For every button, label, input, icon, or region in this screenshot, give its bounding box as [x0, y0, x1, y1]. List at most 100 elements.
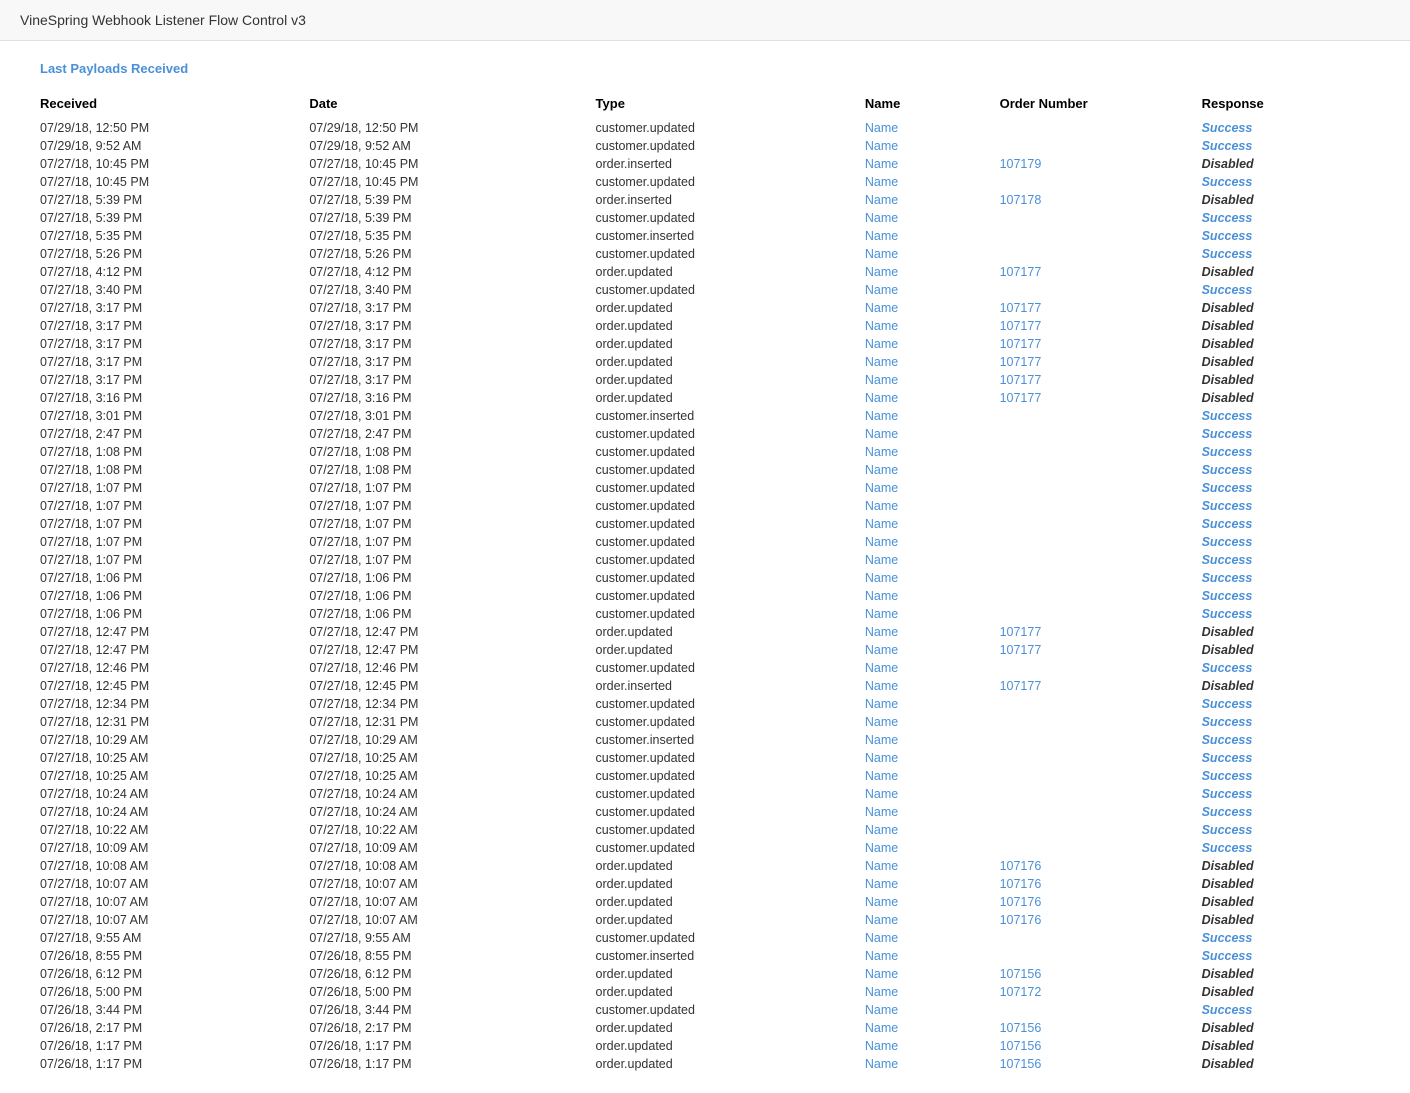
cell-order[interactable]: 107177 — [1000, 299, 1202, 317]
cell-order[interactable]: 107177 — [1000, 389, 1202, 407]
name-link[interactable]: Name — [865, 409, 898, 423]
cell-name[interactable]: Name — [865, 191, 1000, 209]
cell-name[interactable]: Name — [865, 173, 1000, 191]
cell-name[interactable]: Name — [865, 605, 1000, 623]
order-link[interactable]: 107178 — [1000, 193, 1042, 207]
cell-name[interactable]: Name — [865, 983, 1000, 1001]
cell-name[interactable]: Name — [865, 137, 1000, 155]
cell-name[interactable]: Name — [865, 245, 1000, 263]
order-link[interactable]: 107177 — [1000, 643, 1042, 657]
name-link[interactable]: Name — [865, 697, 898, 711]
order-link[interactable]: 107156 — [1000, 1057, 1042, 1071]
cell-name[interactable]: Name — [865, 317, 1000, 335]
name-link[interactable]: Name — [865, 1057, 898, 1071]
cell-order[interactable]: 107156 — [1000, 1055, 1202, 1073]
name-link[interactable]: Name — [865, 769, 898, 783]
name-link[interactable]: Name — [865, 175, 898, 189]
order-link[interactable]: 107156 — [1000, 1021, 1042, 1035]
cell-name[interactable]: Name — [865, 893, 1000, 911]
name-link[interactable]: Name — [865, 787, 898, 801]
name-link[interactable]: Name — [865, 949, 898, 963]
name-link[interactable]: Name — [865, 247, 898, 261]
cell-name[interactable]: Name — [865, 569, 1000, 587]
name-link[interactable]: Name — [865, 679, 898, 693]
name-link[interactable]: Name — [865, 751, 898, 765]
cell-name[interactable]: Name — [865, 371, 1000, 389]
cell-name[interactable]: Name — [865, 929, 1000, 947]
cell-order[interactable]: 107177 — [1000, 317, 1202, 335]
cell-name[interactable]: Name — [865, 551, 1000, 569]
name-link[interactable]: Name — [865, 967, 898, 981]
cell-name[interactable]: Name — [865, 911, 1000, 929]
order-link[interactable]: 107177 — [1000, 337, 1042, 351]
name-link[interactable]: Name — [865, 877, 898, 891]
cell-name[interactable]: Name — [865, 515, 1000, 533]
cell-order[interactable]: 107156 — [1000, 965, 1202, 983]
cell-name[interactable]: Name — [865, 803, 1000, 821]
order-link[interactable]: 107177 — [1000, 373, 1042, 387]
name-link[interactable]: Name — [865, 1003, 898, 1017]
name-link[interactable]: Name — [865, 499, 898, 513]
cell-name[interactable]: Name — [865, 497, 1000, 515]
order-link[interactable]: 107176 — [1000, 913, 1042, 927]
name-link[interactable]: Name — [865, 355, 898, 369]
cell-order[interactable]: 107176 — [1000, 911, 1202, 929]
name-link[interactable]: Name — [865, 535, 898, 549]
order-link[interactable]: 107177 — [1000, 679, 1042, 693]
order-link[interactable]: 107176 — [1000, 859, 1042, 873]
order-link[interactable]: 107176 — [1000, 877, 1042, 891]
cell-name[interactable]: Name — [865, 875, 1000, 893]
cell-name[interactable]: Name — [865, 965, 1000, 983]
name-link[interactable]: Name — [865, 121, 898, 135]
cell-name[interactable]: Name — [865, 1001, 1000, 1019]
cell-name[interactable]: Name — [865, 641, 1000, 659]
name-link[interactable]: Name — [865, 571, 898, 585]
cell-name[interactable]: Name — [865, 227, 1000, 245]
name-link[interactable]: Name — [865, 481, 898, 495]
cell-name[interactable]: Name — [865, 335, 1000, 353]
cell-name[interactable]: Name — [865, 407, 1000, 425]
name-link[interactable]: Name — [865, 283, 898, 297]
cell-name[interactable]: Name — [865, 623, 1000, 641]
name-link[interactable]: Name — [865, 193, 898, 207]
cell-name[interactable]: Name — [865, 749, 1000, 767]
cell-name[interactable]: Name — [865, 857, 1000, 875]
cell-order[interactable]: 107156 — [1000, 1019, 1202, 1037]
cell-name[interactable]: Name — [865, 533, 1000, 551]
cell-order[interactable]: 107177 — [1000, 623, 1202, 641]
name-link[interactable]: Name — [865, 985, 898, 999]
cell-order[interactable]: 107177 — [1000, 371, 1202, 389]
name-link[interactable]: Name — [865, 427, 898, 441]
name-link[interactable]: Name — [865, 373, 898, 387]
cell-name[interactable]: Name — [865, 695, 1000, 713]
cell-order[interactable]: 107177 — [1000, 263, 1202, 281]
name-link[interactable]: Name — [865, 1039, 898, 1053]
order-link[interactable]: 107177 — [1000, 355, 1042, 369]
name-link[interactable]: Name — [865, 337, 898, 351]
cell-name[interactable]: Name — [865, 281, 1000, 299]
cell-name[interactable]: Name — [865, 119, 1000, 137]
cell-order[interactable]: 107178 — [1000, 191, 1202, 209]
cell-name[interactable]: Name — [865, 425, 1000, 443]
cell-name[interactable]: Name — [865, 731, 1000, 749]
cell-name[interactable]: Name — [865, 1055, 1000, 1073]
order-link[interactable]: 107177 — [1000, 391, 1042, 405]
order-link[interactable]: 107172 — [1000, 985, 1042, 999]
name-link[interactable]: Name — [865, 553, 898, 567]
name-link[interactable]: Name — [865, 139, 898, 153]
cell-name[interactable]: Name — [865, 443, 1000, 461]
cell-name[interactable]: Name — [865, 785, 1000, 803]
cell-name[interactable]: Name — [865, 587, 1000, 605]
name-link[interactable]: Name — [865, 661, 898, 675]
cell-order[interactable]: 107179 — [1000, 155, 1202, 173]
cell-order[interactable]: 107176 — [1000, 893, 1202, 911]
name-link[interactable]: Name — [865, 643, 898, 657]
name-link[interactable]: Name — [865, 931, 898, 945]
name-link[interactable]: Name — [865, 823, 898, 837]
cell-name[interactable]: Name — [865, 821, 1000, 839]
order-link[interactable]: 107177 — [1000, 265, 1042, 279]
cell-name[interactable]: Name — [865, 659, 1000, 677]
cell-name[interactable]: Name — [865, 353, 1000, 371]
order-link[interactable]: 107179 — [1000, 157, 1042, 171]
name-link[interactable]: Name — [865, 625, 898, 639]
